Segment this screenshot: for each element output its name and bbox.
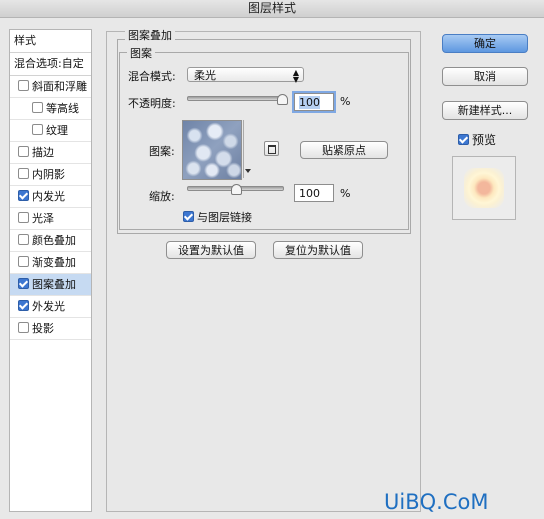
window-title-bar: 图层样式 [0, 0, 544, 18]
scale-percent: % [340, 187, 351, 200]
blend-mode-value: 柔光 [194, 69, 216, 82]
preview-checkbox-icon[interactable] [458, 134, 469, 145]
pattern-label: 图案: [149, 145, 175, 158]
sidebar-item[interactable]: 内发光 [10, 186, 91, 208]
sidebar-item[interactable]: 纹理 [10, 120, 91, 142]
sidebar-item[interactable]: 等高线 [10, 98, 91, 120]
checkbox-icon[interactable] [18, 190, 29, 201]
checkbox-icon[interactable] [18, 322, 29, 333]
link-checkbox-icon[interactable] [183, 211, 194, 222]
snap-to-origin-button[interactable]: 贴紧原点 [300, 141, 388, 159]
checkbox-icon[interactable] [18, 300, 29, 311]
opacity-slider-track[interactable] [187, 96, 284, 101]
sidebar-item-label: 纹理 [46, 124, 68, 137]
sidebar-item[interactable]: 斜面和浮雕 [10, 76, 91, 98]
sidebar-item[interactable]: 光泽 [10, 208, 91, 230]
updown-arrows-icon: ▲ ▼ [292, 68, 299, 84]
sidebar-item[interactable]: 投影 [10, 318, 91, 340]
make-default-button[interactable]: 设置为默认值 [166, 241, 256, 259]
sidebar-item-label: 光泽 [32, 212, 54, 225]
preview-glow-swatch [464, 168, 504, 208]
blend-mode-label: 混合模式: [128, 70, 176, 83]
sidebar-item[interactable]: 描边 [10, 142, 91, 164]
sidebar-item-label: 斜面和浮雕 [32, 80, 87, 93]
scale-slider-thumb[interactable] [231, 184, 242, 195]
ok-button[interactable]: 确定 [442, 34, 528, 53]
reset-default-button[interactable]: 复位为默认值 [273, 241, 363, 259]
sidebar-item[interactable]: 内阴影 [10, 164, 91, 186]
sidebar-item[interactable]: 图案叠加 [10, 274, 91, 296]
pattern-group-title: 图案 [127, 45, 155, 61]
checkbox-icon[interactable] [18, 234, 29, 245]
pattern-picker-arrow-icon[interactable] [243, 120, 251, 178]
window-title: 图层样式 [247, 1, 296, 15]
sidebar-item-label: 颜色叠加 [32, 234, 76, 247]
new-style-button[interactable]: 新建样式... [442, 101, 528, 120]
style-list: 样式 混合选项:自定 斜面和浮雕等高线纹理描边内阴影内发光光泽颜色叠加渐变叠加图… [9, 29, 92, 512]
opacity-value: 100 [299, 96, 320, 109]
opacity-percent: % [340, 95, 351, 108]
preview-checkbox[interactable]: 预览 [458, 131, 496, 148]
checkbox-icon[interactable] [18, 212, 29, 223]
checkbox-icon[interactable] [18, 80, 29, 91]
checkbox-icon[interactable] [18, 278, 29, 289]
scale-input[interactable]: 100 [294, 184, 334, 202]
sidebar-item[interactable]: 渐变叠加 [10, 252, 91, 274]
sidebar-item-label: 内阴影 [32, 168, 65, 181]
watermark: UiBQ.CoM [384, 490, 489, 514]
blend-mode-select[interactable]: 柔光 ▲ ▼ [187, 67, 304, 84]
scale-value: 100 [299, 187, 320, 200]
sidebar-item-label: 内发光 [32, 190, 65, 203]
section-title: 图案叠加 [125, 27, 175, 43]
checkbox-icon[interactable] [32, 124, 43, 135]
link-with-layer-label: 与图层链接 [197, 211, 252, 224]
opacity-label: 不透明度: [128, 97, 176, 110]
scale-label: 缩放: [149, 190, 175, 203]
checkbox-icon[interactable] [32, 102, 43, 113]
sidebar-item-label: 等高线 [46, 102, 79, 115]
cancel-button[interactable]: 取消 [442, 67, 528, 86]
opacity-slider-thumb[interactable] [277, 94, 288, 105]
preview-label: 预览 [472, 133, 497, 147]
pattern-swatch[interactable] [182, 120, 242, 180]
blending-options-item[interactable]: 混合选项:自定 [10, 53, 91, 76]
sidebar-item-label: 描边 [32, 146, 54, 159]
style-preview [452, 156, 516, 220]
pattern-overlay-panel: 图案叠加 图案 混合模式: 柔光 ▲ ▼ 不透明度: 100 % 图案: 贴紧原点… [106, 27, 421, 512]
checkbox-icon[interactable] [18, 256, 29, 267]
link-with-layer-checkbox[interactable]: 与图层链接 [183, 209, 252, 225]
sidebar-item-label: 外发光 [32, 300, 65, 313]
checkbox-icon[interactable] [18, 168, 29, 179]
sidebar-item-label: 渐变叠加 [32, 256, 76, 269]
styles-header[interactable]: 样式 [10, 30, 91, 53]
sidebar-item-label: 投影 [32, 322, 54, 335]
checkbox-icon[interactable] [18, 146, 29, 157]
new-preset-icon[interactable] [264, 141, 279, 156]
sidebar-item[interactable]: 颜色叠加 [10, 230, 91, 252]
sidebar-item[interactable]: 外发光 [10, 296, 91, 318]
sidebar-item-label: 图案叠加 [32, 278, 76, 291]
opacity-input[interactable]: 100 [294, 93, 334, 111]
